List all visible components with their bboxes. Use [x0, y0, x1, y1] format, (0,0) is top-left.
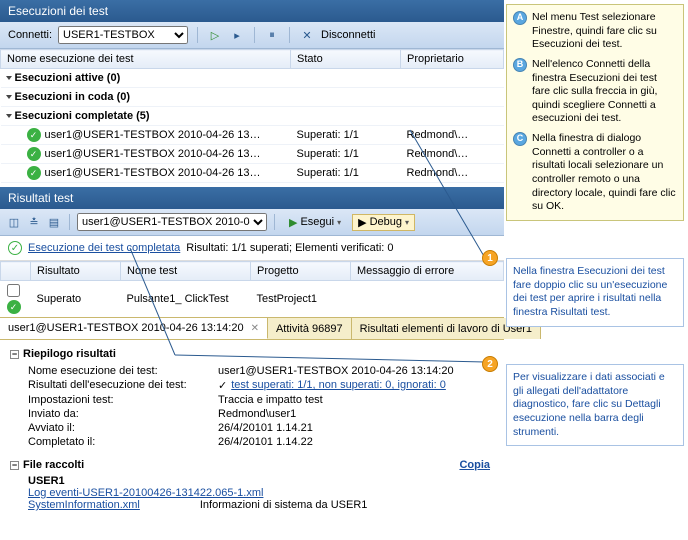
callout-box: A Nel menu Test selezionare Finestre, qui… [506, 4, 684, 221]
files-header: File raccolti [23, 459, 84, 471]
badge-2: 2 [482, 356, 498, 372]
col-result[interactable]: Risultato [31, 262, 121, 281]
check-icon: ✓ [218, 379, 227, 392]
k-settings: Impostazioni test: [28, 394, 218, 406]
table-row[interactable]: ✓user1@USER1-TESTBOX 2010-04-26 13… Supe… [1, 126, 504, 145]
summary-panel: −Riepilogo risultati Nome esecuzione dei… [0, 340, 504, 519]
k-sentby: Inviato da: [28, 408, 218, 420]
side-note-2: Per visualizzare i dati associati e gli … [506, 364, 684, 446]
file-link-1[interactable]: Log eventi-USER1-20100426-131422.065-1.x… [28, 487, 263, 499]
close-icon[interactable]: ✕ [251, 323, 259, 334]
group-queued[interactable]: Esecuzioni in coda (0) [15, 91, 131, 103]
k-results: Risultati dell'esecuzione dei test: [28, 379, 218, 392]
pass-icon: ✓ [27, 166, 41, 180]
col-state[interactable]: Stato [291, 50, 401, 69]
badge-c: C [513, 132, 527, 146]
badge-1: 1 [482, 250, 498, 266]
copy-link[interactable]: Copia [459, 459, 490, 471]
callout-c: Nella finestra di dialogo Connetti a con… [532, 132, 677, 214]
status-link[interactable]: Esecuzione dei test completata [28, 242, 180, 254]
table-row[interactable]: ✓user1@USER1-TESTBOX 2010-04-26 13… Supe… [1, 164, 504, 183]
connect-toolbar: Connetti: USER1-TESTBOX ▷ ▸ ⏸ ✕ Disconne… [0, 22, 504, 49]
pass-icon: ✓ [7, 300, 21, 314]
pause-icon[interactable]: ⏸ [264, 27, 280, 43]
badge-a: A [513, 11, 527, 25]
tab-activity[interactable]: Attività 96897 [268, 318, 352, 339]
k-completed: Completato il: [28, 436, 218, 448]
connect-select[interactable]: USER1-TESTBOX [58, 26, 188, 44]
k-runname: Nome esecuzione dei test: [28, 365, 218, 377]
group-completed[interactable]: Esecuzioni completate (5) [15, 110, 150, 122]
files-user: USER1 [10, 475, 494, 487]
tab-bar: user1@USER1-TESTBOX 2010-04-26 13:14:20✕… [0, 317, 504, 340]
run-select[interactable]: user1@USER1-TESTBOX 2010-04- [77, 213, 267, 231]
k-started: Avviato il: [28, 422, 218, 434]
test-runs-grid: Nome esecuzione dei test Stato Proprieta… [0, 49, 504, 183]
col-owner[interactable]: Proprietario [401, 50, 504, 69]
debug-button[interactable]: ▶Debug▾ [352, 214, 415, 231]
results-link[interactable]: test superati: 1/1, non superati: 0, ign… [231, 379, 446, 392]
collapse-icon[interactable]: − [10, 350, 19, 359]
connect-label: Connetti: [8, 29, 52, 41]
col-project[interactable]: Progetto [251, 262, 351, 281]
disconnect-button[interactable]: Disconnetti [321, 29, 375, 41]
col-error[interactable]: Messaggio di errore [351, 262, 504, 281]
v-runname: user1@USER1-TESTBOX 2010-04-26 13:14:20 [218, 365, 454, 377]
sysinfo-label: Informazioni di sistema da USER1 [200, 499, 368, 511]
tab-run[interactable]: user1@USER1-TESTBOX 2010-04-26 13:14:20✕ [0, 318, 268, 339]
result-row[interactable]: ✓ Superato Pulsante1_ ClickTest TestProj… [1, 281, 504, 318]
callout-a: Nel menu Test selezionare Finestre, quin… [532, 11, 677, 52]
v-started: 26/4/20101 1.14.21 [218, 422, 313, 434]
group-active[interactable]: Esecuzioni attive (0) [15, 72, 121, 84]
table-row[interactable]: ✓user1@USER1-TESTBOX 2010-04-26 13… Supe… [1, 145, 504, 164]
callout-b: Nell'elenco Connetti della finestra Esec… [532, 58, 677, 126]
results-titlebar: Risultati test [0, 187, 504, 209]
execute-button[interactable]: ▶Esegui▾ [282, 214, 348, 231]
check-icon: ✓ [8, 241, 22, 255]
filter-icon[interactable]: ≛ [26, 214, 42, 230]
summary-header: Riepilogo risultati [23, 348, 116, 360]
results-toolbar: ◫ ≛ ▤ user1@USER1-TESTBOX 2010-04- ▶Eseg… [0, 209, 504, 236]
play-icon[interactable]: ▷ [207, 27, 223, 43]
badge-b: B [513, 58, 527, 72]
v-settings: Traccia e impatto test [218, 394, 323, 406]
pass-icon: ✓ [27, 147, 41, 161]
status-rest: Risultati: 1/1 superati; Elementi verifi… [186, 242, 393, 254]
delete-icon[interactable]: ✕ [299, 27, 315, 43]
col-testname[interactable]: Nome test [121, 262, 251, 281]
test-runs-titlebar: Esecuzioni dei test [0, 0, 504, 22]
play-sub-icon[interactable]: ▸ [229, 27, 245, 43]
results-grid: Risultato Nome test Progetto Messaggio d… [0, 261, 504, 317]
pass-icon: ✓ [27, 128, 41, 142]
v-sentby: Redmond\user1 [218, 408, 296, 420]
collapse-icon[interactable]: − [10, 461, 19, 470]
v-completed: 26/4/20101 1.14.22 [218, 436, 313, 448]
file-link-2[interactable]: SystemInformation.xml [28, 499, 140, 511]
columns-icon[interactable]: ▤ [46, 214, 62, 230]
status-line: ✓ Esecuzione dei test completata Risulta… [0, 236, 504, 261]
row-checkbox[interactable] [7, 284, 20, 297]
group-icon[interactable]: ◫ [6, 214, 22, 230]
side-note-1: Nella finestra Esecuzioni dei test fare … [506, 258, 684, 327]
col-name[interactable]: Nome esecuzione dei test [1, 50, 291, 69]
